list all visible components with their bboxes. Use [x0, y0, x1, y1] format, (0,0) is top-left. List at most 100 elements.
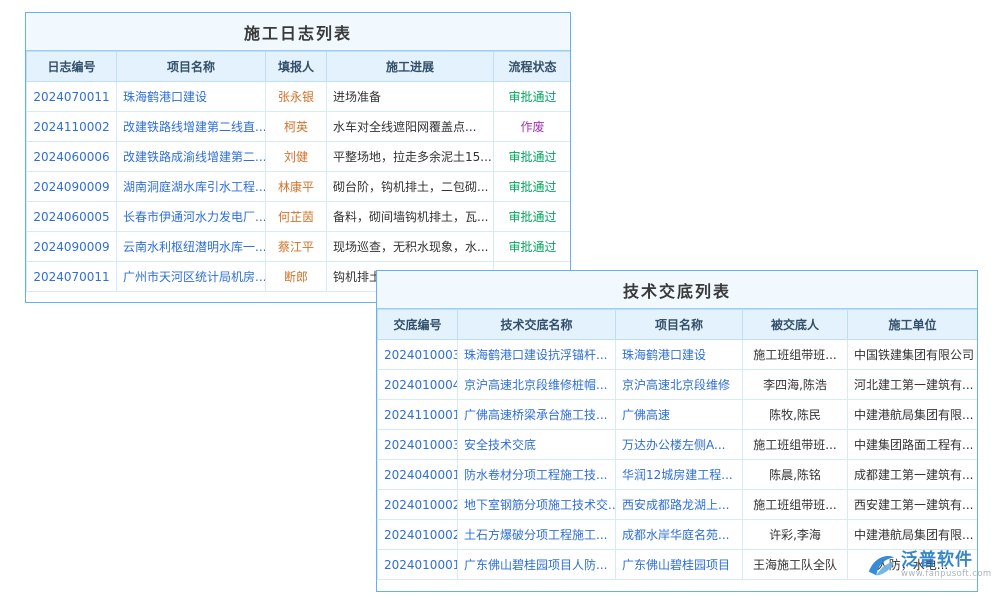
disclosure-name-link[interactable]: 地下室钢筋分项施工技术交... — [464, 498, 616, 512]
disclosure-id-link[interactable]: 2024010004 — [384, 378, 458, 392]
disclosure-unit-text: 人防，水电... — [848, 550, 978, 580]
log-status-badge: 作废 — [494, 112, 572, 142]
log-table-row[interactable]: 2024110002 改建铁路线增建第二线直... 柯英 水车对全线遮阳网覆盖点… — [27, 112, 572, 142]
tech-disclosure-table: 交底编号 技术交底名称 项目名称 被交底人 施工单位 2024010003 珠海… — [377, 309, 978, 580]
disclosure-name-link[interactable]: 京沪高速北京段维修桩帽... — [464, 378, 607, 392]
log-project-link[interactable]: 长春市伊通河水力发电厂... — [123, 210, 266, 224]
disclosure-project-link[interactable]: 广佛高速 — [622, 408, 670, 422]
disclosure-header-row: 交底编号 技术交底名称 项目名称 被交底人 施工单位 — [378, 310, 978, 340]
disclosure-person-text: 陈晨,陈铭 — [743, 460, 848, 490]
log-col-status: 流程状态 — [494, 52, 572, 82]
log-reporter-text: 何芷茵 — [266, 202, 327, 232]
disclosure-unit-text: 河北建工第一建筑有... — [848, 370, 978, 400]
log-table-row[interactable]: 2024060006 改建铁路成渝线增建第二... 刘健 平整场地，拉走多余泥土… — [27, 142, 572, 172]
disclosure-project-link[interactable]: 西安成都路龙湖上... — [622, 498, 729, 512]
log-table-row[interactable]: 2024090009 云南水利枢纽潜明水库一... 蔡江平 现场巡查，无积水现象… — [27, 232, 572, 262]
construction-log-table: 日志编号 项目名称 填报人 施工进展 流程状态 2024070011 珠海鹤港口… — [26, 51, 571, 292]
disclosure-unit-text: 中建港航局集团有限... — [848, 520, 978, 550]
disclosure-person-text: 许彩,李海 — [743, 520, 848, 550]
disclosure-unit-text: 西安建工第一建筑有... — [848, 490, 978, 520]
disclosure-project-link[interactable]: 珠海鹤港口建设 — [622, 348, 706, 362]
disclosure-project-link[interactable]: 成都水岸华庭名苑... — [622, 528, 729, 542]
log-progress-text: 水车对全线遮阳网覆盖点... — [327, 112, 494, 142]
disclosure-id-link[interactable]: 2024010003 — [384, 348, 458, 362]
log-table-body: 2024070011 珠海鹤港口建设 张永银 进场准备 审批通过 2024110… — [27, 82, 572, 292]
log-project-link[interactable]: 改建铁路线增建第二线直... — [123, 120, 266, 134]
disc-col-unit: 施工单位 — [848, 310, 978, 340]
log-id-link[interactable]: 2024060005 — [33, 210, 109, 224]
log-table-row[interactable]: 2024070011 珠海鹤港口建设 张永银 进场准备 审批通过 — [27, 82, 572, 112]
disclosure-name-link[interactable]: 土石方爆破分项工程施工... — [464, 528, 607, 542]
disc-col-project: 项目名称 — [616, 310, 743, 340]
log-id-link[interactable]: 2024070011 — [33, 90, 109, 104]
tech-disclosure-panel: 技术交底列表 交底编号 技术交底名称 项目名称 被交底人 施工单位 202401… — [376, 270, 978, 592]
disclosure-table-row[interactable]: 2024010003 珠海鹤港口建设抗浮锚杆... 珠海鹤港口建设 施工班组带班… — [378, 340, 978, 370]
log-table-row[interactable]: 2024090009 湖南洞庭湖水库引水工程... 林康平 砌台阶，钩机排土，二… — [27, 172, 572, 202]
log-id-link[interactable]: 2024110002 — [33, 120, 109, 134]
log-progress-text: 砌台阶，钩机排土，二包砌... — [327, 172, 494, 202]
log-status-badge: 审批通过 — [494, 172, 572, 202]
disclosure-id-link[interactable]: 2024010001 — [384, 558, 458, 572]
disclosure-name-link[interactable]: 广佛高速桥梁承台施工技... — [464, 408, 607, 422]
disclosure-project-link[interactable]: 华润12城房建工程... — [622, 468, 733, 482]
disclosure-table-body: 2024010003 珠海鹤港口建设抗浮锚杆... 珠海鹤港口建设 施工班组带班… — [378, 340, 978, 580]
disclosure-name-link[interactable]: 安全技术交底 — [464, 438, 536, 452]
tech-disclosure-title: 技术交底列表 — [377, 271, 977, 309]
log-id-link[interactable]: 2024090009 — [33, 240, 109, 254]
log-progress-text: 平整场地，拉走多余泥土15... — [327, 142, 494, 172]
log-id-link[interactable]: 2024070011 — [33, 270, 109, 284]
disclosure-id-link[interactable]: 2024040001 — [384, 468, 458, 482]
construction-log-title: 施工日志列表 — [26, 13, 570, 51]
log-progress-text: 现场巡查，无积水现象，水... — [327, 232, 494, 262]
disclosure-table-row[interactable]: 2024010003 安全技术交底 万达办公楼左侧A... 施工班组带班... … — [378, 430, 978, 460]
disclosure-id-link[interactable]: 2024010002 — [384, 498, 458, 512]
disclosure-name-link[interactable]: 广东佛山碧桂园项目人防... — [464, 558, 607, 572]
log-reporter-text: 断郎 — [266, 262, 327, 292]
log-status-badge: 审批通过 — [494, 82, 572, 112]
disclosure-table-row[interactable]: 2024010002 土石方爆破分项工程施工... 成都水岸华庭名苑... 许彩… — [378, 520, 978, 550]
disclosure-person-text: 李四海,陈浩 — [743, 370, 848, 400]
disclosure-table-row[interactable]: 2024110001 广佛高速桥梁承台施工技... 广佛高速 陈牧,陈民 中建港… — [378, 400, 978, 430]
disclosure-id-link[interactable]: 2024010002 — [384, 528, 458, 542]
disclosure-project-link[interactable]: 万达办公楼左侧A... — [622, 438, 725, 452]
disclosure-unit-text: 中建集团路面工程有... — [848, 430, 978, 460]
log-id-link[interactable]: 2024060006 — [33, 150, 109, 164]
disc-col-name: 技术交底名称 — [458, 310, 616, 340]
log-header-row: 日志编号 项目名称 填报人 施工进展 流程状态 — [27, 52, 572, 82]
log-col-id: 日志编号 — [27, 52, 117, 82]
disclosure-person-text: 陈牧,陈民 — [743, 400, 848, 430]
log-reporter-text: 柯英 — [266, 112, 327, 142]
construction-log-panel: 施工日志列表 日志编号 项目名称 填报人 施工进展 流程状态 202407001… — [25, 12, 571, 303]
log-table-row[interactable]: 2024060005 长春市伊通河水力发电厂... 何芷茵 备料，砌间墙钩机排土… — [27, 202, 572, 232]
disclosure-unit-text: 中建港航局集团有限... — [848, 400, 978, 430]
disclosure-table-row[interactable]: 2024010004 京沪高速北京段维修桩帽... 京沪高速北京段维修 李四海,… — [378, 370, 978, 400]
disclosure-id-link[interactable]: 2024110001 — [384, 408, 458, 422]
log-status-badge: 审批通过 — [494, 202, 572, 232]
log-project-link[interactable]: 珠海鹤港口建设 — [123, 90, 207, 104]
log-project-link[interactable]: 广州市天河区统计局机房... — [123, 270, 266, 284]
log-reporter-text: 林康平 — [266, 172, 327, 202]
log-reporter-text: 刘健 — [266, 142, 327, 172]
log-id-link[interactable]: 2024090009 — [33, 180, 109, 194]
disclosure-table-row[interactable]: 2024040001 防水卷材分项工程施工技... 华润12城房建工程... 陈… — [378, 460, 978, 490]
log-reporter-text: 张永银 — [266, 82, 327, 112]
log-project-link[interactable]: 湖南洞庭湖水库引水工程... — [123, 180, 266, 194]
disclosure-name-link[interactable]: 防水卷材分项工程施工技... — [464, 468, 607, 482]
disclosure-project-link[interactable]: 京沪高速北京段维修 — [622, 378, 730, 392]
log-col-reporter: 填报人 — [266, 52, 327, 82]
log-progress-text: 进场准备 — [327, 82, 494, 112]
log-project-link[interactable]: 云南水利枢纽潜明水库一... — [123, 240, 266, 254]
log-status-badge: 审批通过 — [494, 142, 572, 172]
disclosure-table-row[interactable]: 2024010002 地下室钢筋分项施工技术交... 西安成都路龙湖上... 施… — [378, 490, 978, 520]
log-project-link[interactable]: 改建铁路成渝线增建第二... — [123, 150, 266, 164]
disclosure-id-link[interactable]: 2024010003 — [384, 438, 458, 452]
log-status-badge: 审批通过 — [494, 232, 572, 262]
disclosure-unit-text: 中国铁建集团有限公司 — [848, 340, 978, 370]
log-progress-text: 备料，砌间墙钩机排土，瓦... — [327, 202, 494, 232]
log-col-progress: 施工进展 — [327, 52, 494, 82]
disclosure-unit-text: 成都建工第一建筑有... — [848, 460, 978, 490]
log-col-project: 项目名称 — [117, 52, 266, 82]
disclosure-project-link[interactable]: 广东佛山碧桂园项目 — [622, 558, 730, 572]
disclosure-table-row[interactable]: 2024010001 广东佛山碧桂园项目人防... 广东佛山碧桂园项目 王海施工… — [378, 550, 978, 580]
disclosure-name-link[interactable]: 珠海鹤港口建设抗浮锚杆... — [464, 348, 607, 362]
